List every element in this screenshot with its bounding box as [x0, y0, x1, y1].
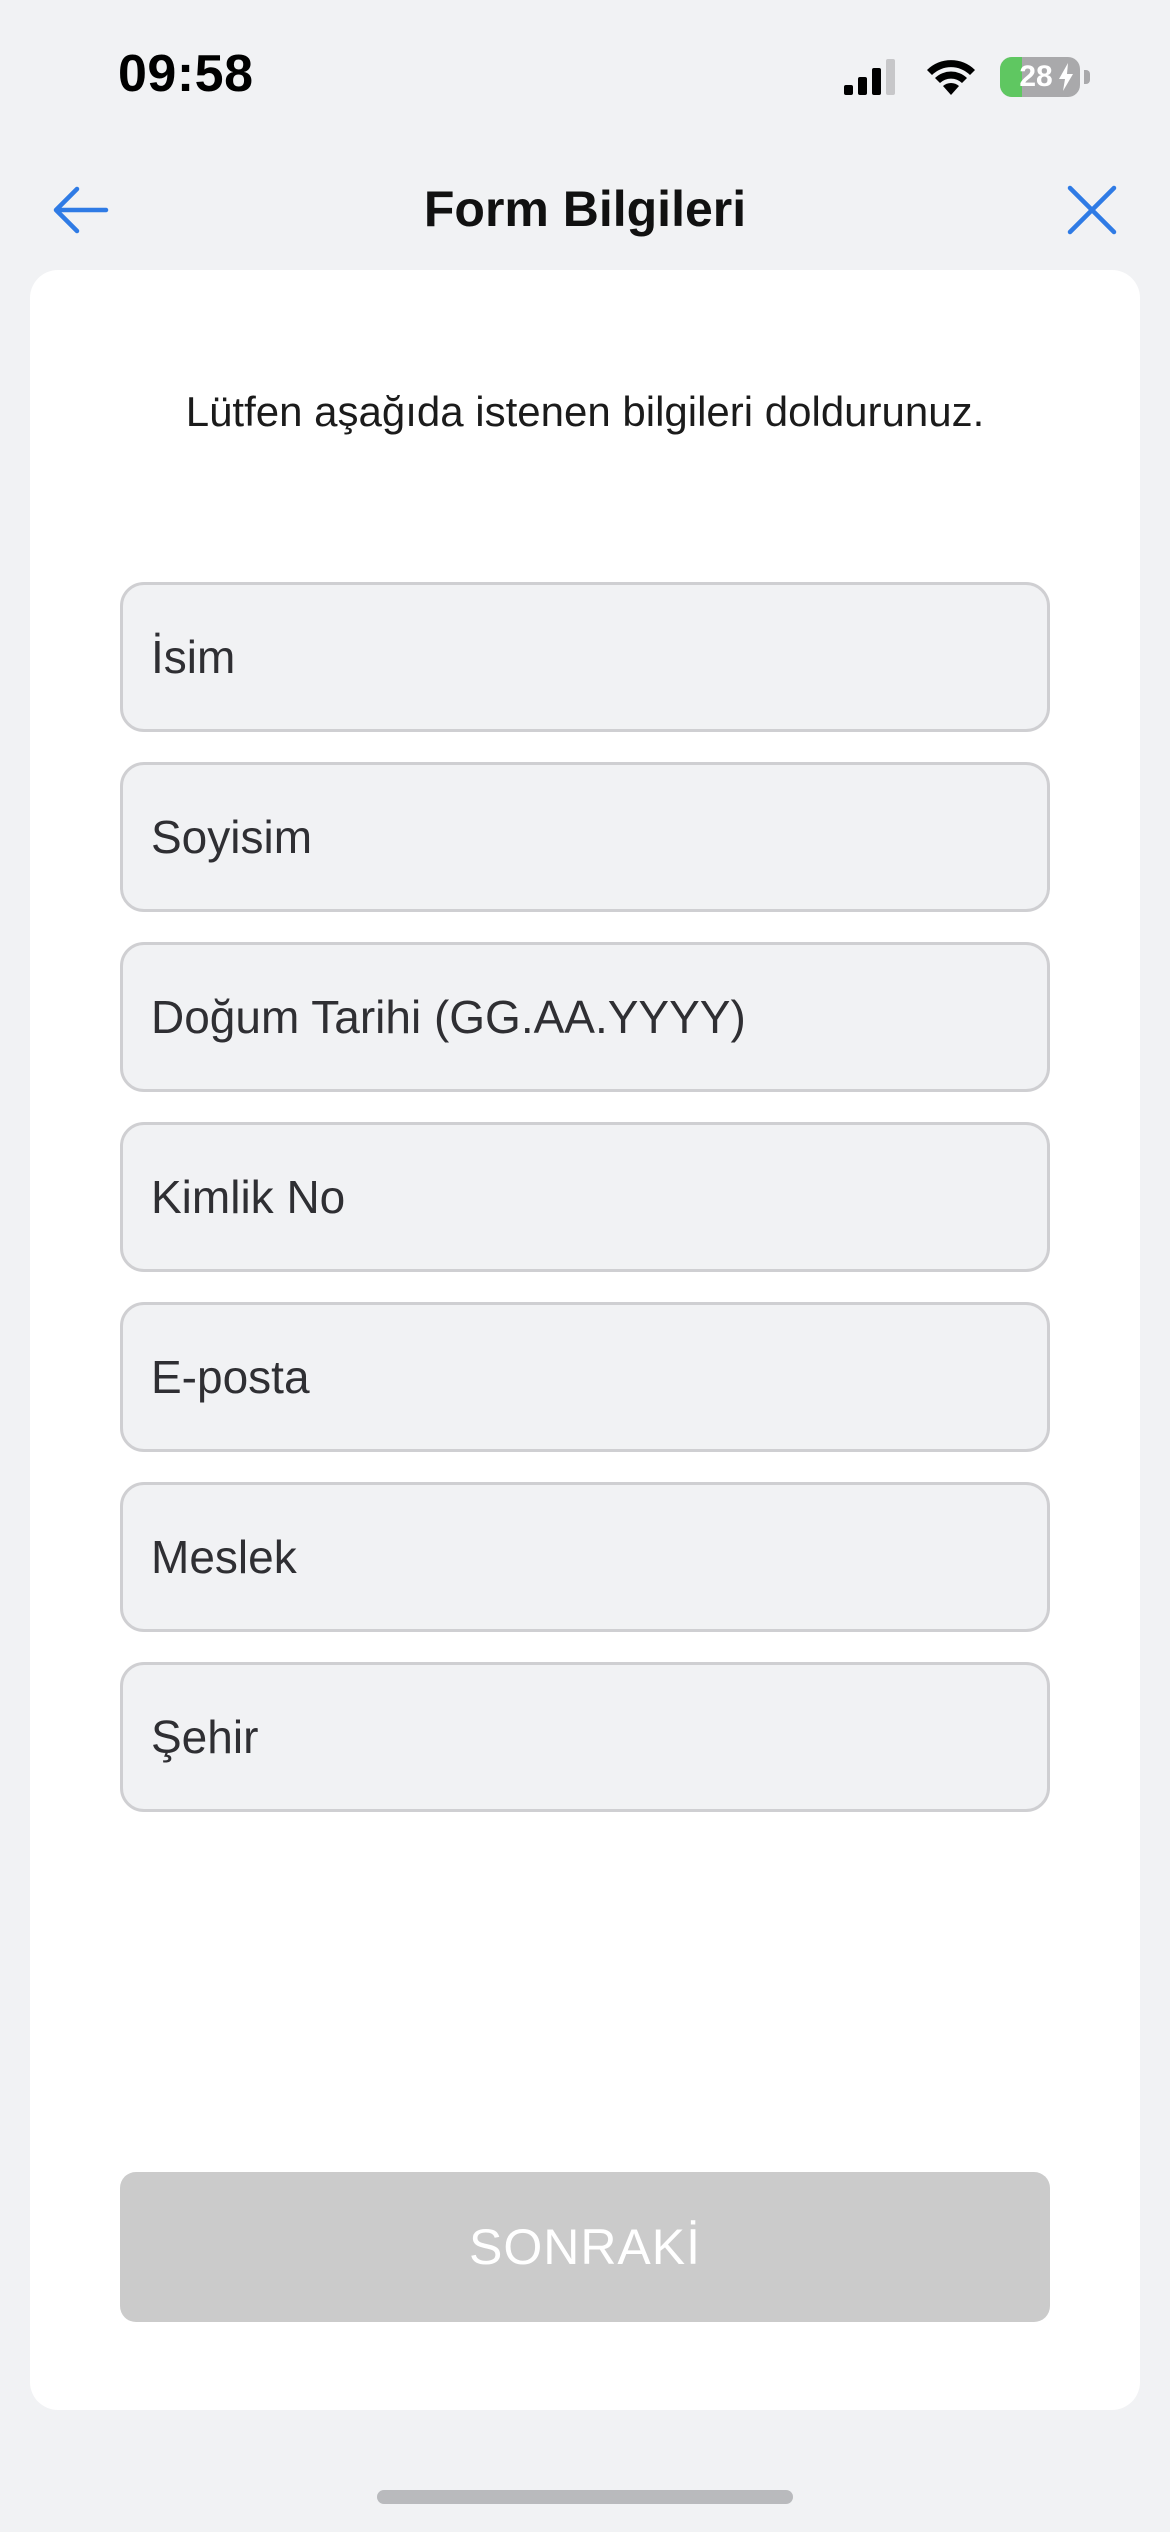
bolt-icon: [1059, 63, 1073, 91]
close-icon: [1067, 185, 1117, 235]
birth-date-field[interactable]: [120, 942, 1050, 1092]
nav-bar: Form Bilgileri: [0, 160, 1170, 260]
status-time: 09:58: [118, 45, 254, 103]
status-icons: 28: [842, 52, 1090, 102]
signal-icon: [844, 59, 895, 95]
last-name-field[interactable]: [120, 762, 1050, 912]
city-field[interactable]: [120, 1662, 1050, 1812]
battery-cap: [1084, 70, 1090, 84]
home-indicator[interactable]: [377, 2490, 793, 2504]
email-field[interactable]: [120, 1302, 1050, 1452]
occupation-input[interactable]: [151, 1485, 1047, 1629]
occupation-field[interactable]: [120, 1482, 1050, 1632]
first-name-input[interactable]: [151, 585, 1047, 729]
id-number-input[interactable]: [151, 1125, 1047, 1269]
city-input[interactable]: [151, 1665, 1047, 1809]
close-button[interactable]: [1062, 182, 1122, 238]
form-fields: [120, 582, 1050, 1842]
id-number-field[interactable]: [120, 1122, 1050, 1272]
email-input[interactable]: [151, 1305, 1047, 1449]
first-name-field[interactable]: [120, 582, 1050, 732]
status-bar: 09:58 28: [0, 0, 1170, 150]
form-intro-text: Lütfen aşağıda istenen bilgileri dolduru…: [185, 388, 985, 435]
battery-charging-icon: 28: [1000, 57, 1080, 97]
birth-date-input[interactable]: [151, 945, 1047, 1089]
wifi-icon: [927, 60, 975, 95]
last-name-input[interactable]: [151, 765, 1047, 909]
form-card: Lütfen aşağıda istenen bilgileri dolduru…: [30, 270, 1140, 2410]
form-screen: 09:58 28 Form Bilgileri Lütfen aşağıda i…: [0, 0, 1170, 2532]
next-button[interactable]: SONRAKİ: [120, 2172, 1050, 2322]
page-title: Form Bilgileri: [423, 181, 747, 237]
